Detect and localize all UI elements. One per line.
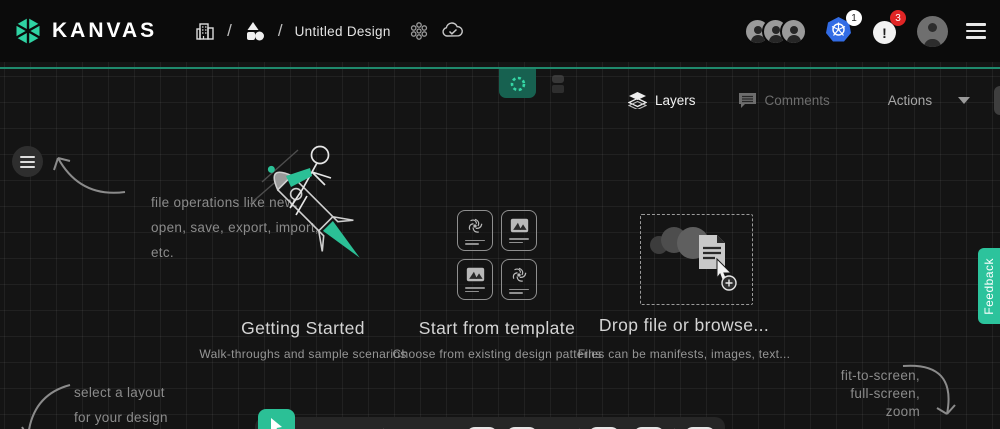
comments-label: Comments: [765, 93, 830, 108]
layers-label: Layers: [655, 93, 696, 108]
alerts-badge[interactable]: ! 3: [873, 16, 899, 46]
kanvas-app: KANVAS / / Untitled Design: [0, 0, 1000, 429]
kubernetes-status-badge[interactable]: 1: [825, 16, 855, 46]
kubernetes-count-badge: 1: [846, 10, 862, 26]
layers-button[interactable]: Layers: [628, 92, 696, 109]
cloud-sync-icon[interactable]: [441, 22, 465, 40]
breadcrumb-separator: /: [278, 21, 283, 41]
template-grid[interactable]: [457, 210, 537, 300]
zoom-arrow: [895, 332, 965, 422]
dropzone-title[interactable]: Drop file or browse...: [599, 315, 769, 336]
template-card-pattern[interactable]: [457, 210, 493, 251]
select-tool-button[interactable]: [258, 409, 295, 429]
share-button[interactable]: Share: [994, 86, 1000, 115]
feedback-tab[interactable]: Feedback: [978, 248, 1000, 324]
template-text-lines: [465, 238, 485, 245]
collaborator-avatars[interactable]: [744, 18, 807, 45]
feedback-label: Feedback: [982, 258, 996, 315]
brand[interactable]: KANVAS: [14, 17, 157, 45]
template-card-pattern[interactable]: [501, 259, 537, 300]
bottom-toolbar: T: [255, 417, 725, 429]
organization-icon[interactable]: [195, 20, 215, 42]
file-dropzone[interactable]: [640, 214, 753, 305]
header: KANVAS / / Untitled Design: [0, 0, 1000, 62]
user-avatar[interactable]: [917, 16, 948, 47]
alert-count-badge: 3: [890, 10, 906, 26]
comments-icon: [738, 92, 757, 109]
cursor-icon: [268, 417, 285, 429]
template-text-lines: [509, 236, 529, 243]
stack-view-icon: [550, 74, 566, 94]
fileops-arrow: [40, 140, 130, 200]
cursor-plus-icon: [717, 259, 736, 290]
scarf: [286, 168, 312, 187]
header-right: 1 ! 3: [744, 16, 986, 47]
actions-label: Actions: [888, 93, 932, 108]
comments-button[interactable]: Comments: [738, 92, 830, 109]
project-shapes-icon[interactable]: [244, 21, 266, 42]
tab-topology-view[interactable]: [499, 69, 536, 98]
header-menu-icon[interactable]: [966, 23, 986, 39]
pattern-swirl-icon: [466, 217, 484, 235]
template-card-image[interactable]: [501, 210, 537, 251]
file-menu-button[interactable]: [12, 146, 43, 177]
actions-dropdown[interactable]: Actions: [888, 93, 970, 108]
layout-arrow: [18, 319, 78, 389]
template-card-image[interactable]: [457, 259, 493, 300]
collaborator-avatar[interactable]: [780, 18, 807, 45]
template-text-lines: [465, 285, 485, 292]
menu-icon: [20, 156, 35, 168]
dropzone-illustration: [641, 215, 751, 303]
brand-name: KANVAS: [52, 19, 157, 43]
pattern-swirl-icon: [510, 266, 528, 284]
document-title[interactable]: Untitled Design: [295, 24, 391, 39]
rocket-illustration: [228, 132, 384, 266]
topology-view-icon: [509, 75, 527, 93]
getting-started-subtitle: Walk-throughs and sample scenarios: [199, 347, 406, 361]
templates-title[interactable]: Start from template: [419, 318, 575, 339]
dropzone-subtitle: Files can be manifests, images, text...: [578, 347, 790, 361]
layers-icon: [628, 92, 647, 109]
breadcrumb-separator: /: [227, 21, 232, 41]
design-canvas[interactable]: Layers Comments Actions Share: [0, 62, 1000, 429]
tab-stack-view[interactable]: [543, 71, 573, 97]
template-image-icon: [466, 267, 485, 282]
workload-dots-icon[interactable]: [409, 21, 429, 41]
template-image-icon: [510, 218, 529, 233]
breadcrumb: / / Untitled Design: [195, 20, 465, 42]
templates-subtitle: Choose from existing design patterns: [393, 347, 602, 361]
layout-annotation: select a layout for your design: [74, 380, 168, 429]
getting-started-title[interactable]: Getting Started: [241, 318, 365, 339]
canvas-top-controls: Layers Comments Actions Share: [628, 86, 1000, 115]
template-text-lines: [509, 287, 529, 294]
chevron-down-icon: [958, 97, 970, 104]
kanvas-logo-icon: [14, 17, 42, 45]
